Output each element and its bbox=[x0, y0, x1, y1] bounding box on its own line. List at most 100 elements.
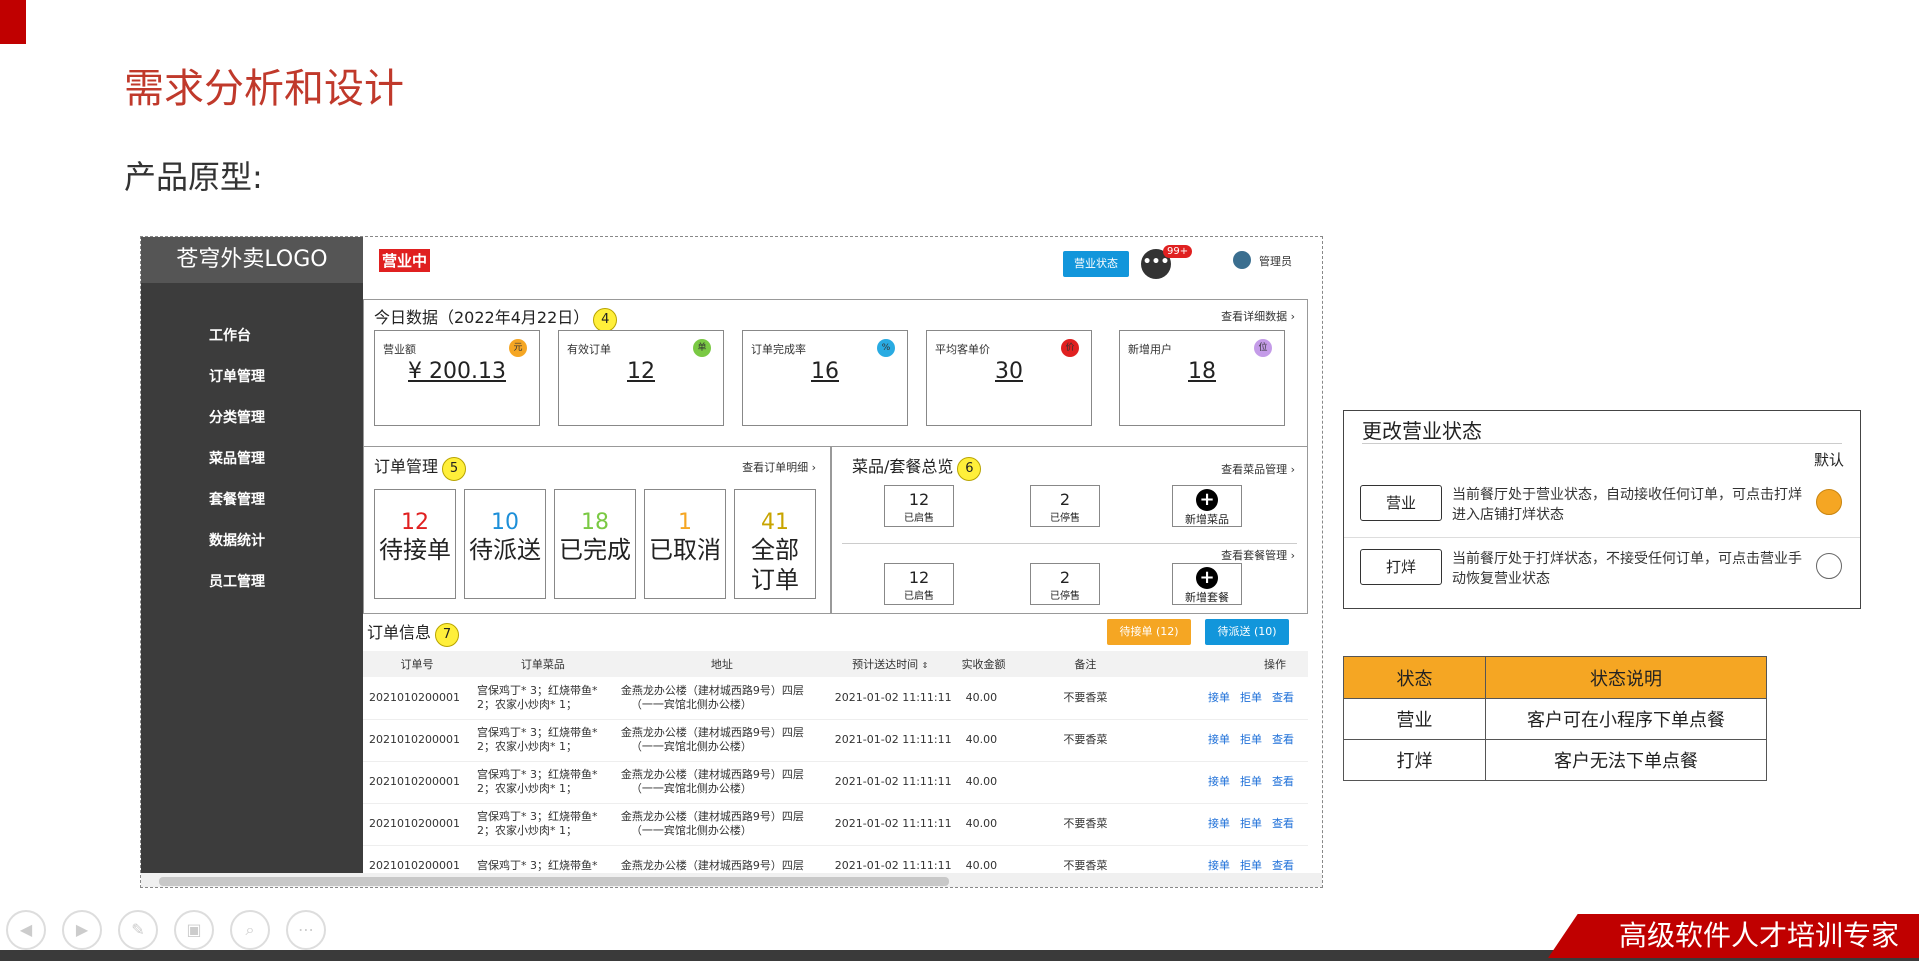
address-line-1: 金燕龙办公楼（建材城西路9号）四层 bbox=[620, 859, 804, 872]
view-detail-link[interactable]: 查看详细数据 › bbox=[1221, 308, 1295, 324]
nav-dishes[interactable]: 菜品管理 bbox=[209, 448, 265, 468]
view-link[interactable]: 查看 bbox=[1272, 775, 1294, 788]
add-setmeal-button[interactable]: + 新增套餐 bbox=[1172, 563, 1242, 605]
accept-link[interactable]: 接单 bbox=[1208, 775, 1230, 788]
order-box-pending[interactable]: 12 待接单 bbox=[374, 489, 456, 599]
status-cell: 营业 bbox=[1343, 698, 1486, 740]
dishes-line-1: 宫保鸡丁* 3；红烧带鱼* bbox=[476, 810, 598, 823]
row-actions: 接单 拒单 查看 bbox=[1155, 803, 1308, 846]
address-line-2: （一一宾馆北侧办公楼） bbox=[630, 824, 752, 837]
today-title: 今日数据（2022年4月22日） 4 bbox=[374, 304, 618, 332]
reject-link[interactable]: 拒单 bbox=[1240, 691, 1262, 704]
dish-off-sale: 2 已停售 bbox=[1030, 485, 1100, 527]
card-label: 平均客单价 bbox=[935, 343, 990, 356]
amount: 40.00 bbox=[951, 845, 1016, 873]
setmeal-on-count: 12 bbox=[908, 568, 930, 587]
sort-icon[interactable]: ⇕ bbox=[922, 661, 929, 670]
accept-link[interactable]: 接单 bbox=[1208, 859, 1230, 872]
accept-link[interactable]: 接单 bbox=[1208, 733, 1230, 746]
address-line-2: （一一宾馆北侧办公楼） bbox=[630, 782, 752, 795]
description-cell: 客户可在小程序下单点餐 bbox=[1485, 698, 1767, 740]
order-count: 12 bbox=[401, 510, 429, 535]
divider bbox=[1344, 537, 1860, 538]
accept-link[interactable]: 接单 bbox=[1208, 691, 1230, 704]
dishes-line-1: 宫保鸡丁* 3；红烧带鱼* bbox=[476, 859, 598, 872]
pending-orders-button[interactable]: 待接单 (12) bbox=[1107, 619, 1191, 645]
status-header: 状态 bbox=[1343, 656, 1486, 699]
change-status-title: 更改营业状态 bbox=[1362, 419, 1482, 443]
nav-workbench[interactable]: 工作台 bbox=[209, 325, 251, 345]
dishes-line-2: 2；农家小炒肉* 1； bbox=[476, 697, 577, 711]
card-label: 订单完成率 bbox=[751, 343, 806, 356]
view-link[interactable]: 查看 bbox=[1272, 817, 1294, 830]
next-icon[interactable]: ▶ bbox=[62, 910, 102, 950]
col-order-id: 订单号 bbox=[363, 651, 471, 677]
open-radio[interactable] bbox=[1816, 489, 1842, 515]
nav-statistics[interactable]: 数据统计 bbox=[209, 530, 265, 550]
order-count: 1 bbox=[678, 510, 692, 535]
today-data-panel: 今日数据（2022年4月22日） 4 查看详细数据 › 营业额 元 ¥ 200.1… bbox=[363, 299, 1308, 447]
view-dish-management-link[interactable]: 查看菜品管理 › bbox=[1221, 461, 1295, 477]
reject-link[interactable]: 拒单 bbox=[1240, 775, 1262, 788]
order-box-to-deliver[interactable]: 10 待派送 bbox=[464, 489, 546, 599]
orders-table: 订单号 订单菜品 地址 预计送达时间 ⇕ 实收金额 备注 操作 20210102… bbox=[363, 651, 1308, 873]
setmeal-off-sale: 2 已停售 bbox=[1030, 563, 1100, 605]
order-management-panel: 订单管理 5 查看订单明细 › 12 待接单 10 待派送 18 已完成 1 已取消 41… bbox=[363, 446, 831, 614]
view-link[interactable]: 查看 bbox=[1272, 691, 1294, 704]
pen-icon[interactable]: ✎ bbox=[118, 910, 158, 950]
open-button[interactable]: 营业 bbox=[1360, 485, 1442, 521]
note bbox=[1015, 761, 1156, 804]
view-setmeal-management-link[interactable]: 查看套餐管理 › bbox=[1221, 547, 1295, 563]
percent-icon: % bbox=[877, 339, 895, 357]
previous-icon[interactable]: ◀ bbox=[6, 910, 46, 950]
default-label: 默认 bbox=[1813, 451, 1844, 469]
order-address: 金燕龙办公楼（建材城西路9号）四层 （一一宾馆北侧办公楼） bbox=[614, 803, 829, 846]
order-dishes: 宫保鸡丁* 3；红烧带鱼* bbox=[470, 845, 615, 873]
close-button[interactable]: 打烊 bbox=[1360, 549, 1442, 585]
col-delivery-time[interactable]: 预计送达时间 ⇕ bbox=[828, 651, 952, 677]
order-address: 金燕龙办公楼（建材城西路9号）四层 （一一宾馆北侧办公楼） bbox=[614, 719, 829, 762]
slide-title: 需求分析和设计 bbox=[124, 66, 404, 112]
reject-link[interactable]: 拒单 bbox=[1240, 859, 1262, 872]
reject-link[interactable]: 拒单 bbox=[1240, 733, 1262, 746]
business-status-button[interactable]: 营业状态 bbox=[1063, 251, 1129, 277]
price-icon: 价 bbox=[1061, 339, 1079, 357]
view-order-detail-link[interactable]: 查看订单明细 › bbox=[742, 459, 816, 475]
card-new-users: 新增用户 位 18 bbox=[1119, 330, 1285, 426]
close-radio[interactable] bbox=[1816, 553, 1842, 579]
order-box-all[interactable]: 41 全部订单 bbox=[734, 489, 816, 599]
order-box-cancelled[interactable]: 1 已取消 bbox=[644, 489, 726, 599]
avatar[interactable] bbox=[1233, 251, 1251, 269]
top-bar: 营业中 营业状态 ••• 99+ 管理员 bbox=[363, 237, 1322, 293]
nav-categories[interactable]: 分类管理 bbox=[209, 407, 265, 427]
view-link[interactable]: 查看 bbox=[1272, 859, 1294, 872]
address-line-1: 金燕龙办公楼（建材城西路9号）四层 bbox=[620, 768, 804, 781]
table-row: 2021010200001 宫保鸡丁* 3；红烧带鱼* 金燕龙办公楼（建材城西路… bbox=[363, 845, 1308, 873]
open-status-tag: 营业中 bbox=[379, 249, 431, 272]
scrollbar-thumb[interactable] bbox=[159, 877, 949, 886]
nav-setmeals[interactable]: 套餐管理 bbox=[209, 489, 265, 509]
nav-orders[interactable]: 订单管理 bbox=[209, 366, 265, 386]
to-deliver-button[interactable]: 待派送 (10) bbox=[1205, 619, 1289, 645]
dish-on-label: 已启售 bbox=[904, 513, 934, 524]
zoom-icon[interactable]: ⌕ bbox=[230, 910, 270, 950]
admin-name[interactable]: 管理员 bbox=[1259, 253, 1292, 269]
horizontal-scrollbar[interactable] bbox=[141, 873, 1322, 887]
table-row: 2021010200001 宫保鸡丁* 3；红烧带鱼* 2；农家小炒肉* 1； 金… bbox=[363, 719, 1308, 762]
nav-employees[interactable]: 员工管理 bbox=[209, 571, 265, 591]
col-note: 备注 bbox=[1015, 651, 1156, 677]
table-row: 2021010200001 宫保鸡丁* 3；红烧带鱼* 2；农家小炒肉* 1； 金… bbox=[363, 761, 1308, 804]
amount: 40.00 bbox=[951, 803, 1016, 846]
more-icon[interactable]: ⋯ bbox=[286, 910, 326, 950]
slides-icon[interactable]: ▣ bbox=[174, 910, 214, 950]
accept-link[interactable]: 接单 bbox=[1208, 817, 1230, 830]
dishes-line-2: 2；农家小炒肉* 1； bbox=[476, 740, 577, 753]
presentation-toolbar: ◀ ▶ ✎ ▣ ⌕ ⋯ bbox=[6, 910, 342, 950]
amount: 40.00 bbox=[951, 677, 1016, 720]
reject-link[interactable]: 拒单 bbox=[1240, 817, 1262, 830]
order-box-completed[interactable]: 18 已完成 bbox=[554, 489, 636, 599]
marker-6: 6 bbox=[957, 457, 982, 481]
view-link[interactable]: 查看 bbox=[1272, 733, 1294, 746]
add-dish-button[interactable]: + 新增菜品 bbox=[1172, 485, 1242, 527]
dish-off-count: 2 bbox=[1059, 490, 1071, 509]
